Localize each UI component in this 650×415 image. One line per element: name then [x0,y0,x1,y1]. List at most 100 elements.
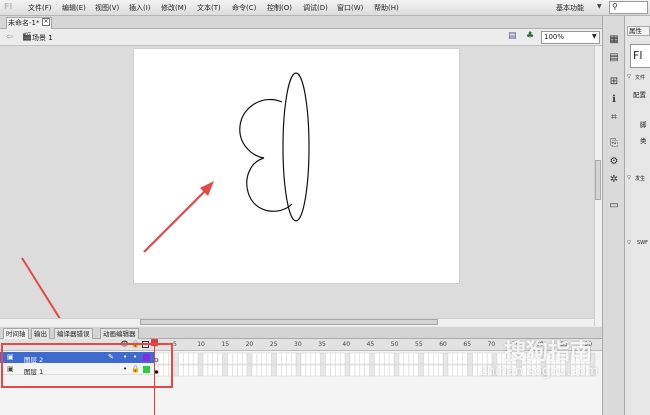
frame-number: 40 [342,341,351,348]
close-icon[interactable]: × [42,18,50,26]
edit-symbol-icon[interactable]: ♣ [526,31,534,41]
frame-cell [364,364,370,377]
frame-cell [354,364,361,377]
frame-cell [398,352,405,365]
edit-scene-icon[interactable]: ▤ [508,31,517,41]
document-tab-bar [0,16,602,29]
menu-insert[interactable]: 插入(I) [129,3,151,13]
frame-number: 30 [294,341,302,348]
frame-cell [413,352,419,365]
color-icon[interactable]: ▦ [608,34,620,45]
frame-cell [251,364,258,377]
frame-cell [467,352,473,365]
frame-cell [271,352,277,365]
frame-cell [266,352,272,365]
workspace-switcher[interactable]: 基本功能 [556,3,584,13]
tab-properties[interactable]: 属性 [627,26,650,36]
frame-number: 45 [366,341,375,348]
annotation-arrow-line [143,185,211,253]
collapse-icon[interactable]: ▽ [627,175,631,181]
watermark-url: zhinan.sogou.com [480,364,599,379]
library-icon[interactable]: ▭ [608,200,620,211]
scene-label[interactable]: 场景 1 [32,33,53,43]
frame-cell [349,352,356,365]
frame-cell [256,352,263,365]
frame-cell [207,352,214,365]
menu-command[interactable]: 命令(C) [232,3,256,13]
menu-window[interactable]: 窗口(W) [337,3,363,13]
props-label-profile: 配置 [633,91,646,99]
frame-cell [437,364,444,377]
horizontal-scrollbar-thumb[interactable] [140,319,438,325]
frame-cell [188,352,194,365]
menu-file[interactable]: 文件(F) [28,3,52,13]
search-icon[interactable]: ⚲ [612,2,618,11]
frame-cell [447,364,454,377]
chevron-down-icon[interactable]: ▼ [592,33,597,40]
frame-cell [433,364,439,377]
menu-control[interactable]: 控制(O) [267,3,292,13]
frame-cell [276,364,282,377]
frame-cell [447,352,454,365]
frame-cell [197,364,204,377]
frame-cell [359,352,365,365]
chevron-down-icon[interactable]: ▼ [597,3,602,10]
frame-cell [281,352,287,365]
vertical-scrollbar-thumb[interactable] [595,160,601,200]
frame-cell [276,352,282,365]
frame-cell [310,364,316,377]
menu-help[interactable]: 帮助(H) [374,3,399,13]
frame-cell [384,352,390,365]
frame-cell [393,364,400,377]
align-icon[interactable]: ⊞ [608,76,620,87]
frame-cell [227,364,233,377]
frame-cell [271,364,277,377]
frame-cell [217,364,223,377]
info-icon[interactable]: ℹ [608,94,620,105]
collapse-icon[interactable]: ▽ [627,74,631,80]
props-label-swf: SWF [637,240,648,246]
frame-cell [315,364,321,377]
motion-presets-icon[interactable]: ✲ [608,174,620,185]
frame-cell [442,364,449,377]
swatches-icon[interactable]: ▤ [608,52,620,63]
menu-debug[interactable]: 调试(D) [303,3,328,13]
collapse-icon[interactable]: ▽ [627,240,631,246]
frame-cell [457,364,463,377]
frame-cell [339,352,346,365]
transform-icon[interactable]: ⌗ [608,112,620,123]
frame-cell [428,364,434,377]
frame-cell [192,352,199,365]
components-icon[interactable]: ⚙ [608,156,620,167]
frame-cell [320,352,326,365]
code-snippets-icon[interactable]: ⎘ [608,138,620,149]
frame-cell [232,352,238,365]
frame-cell [330,364,336,377]
tab-timeline[interactable]: 时间轴 [3,328,29,339]
frame-cell [173,364,179,377]
back-arrow-icon[interactable]: ⇦ [6,32,13,41]
frame-cell [222,364,228,377]
frame-cell [335,364,341,377]
tab-motion-editor[interactable]: 动画编辑器 [100,328,139,339]
menu-modify[interactable]: 修改(M) [161,3,187,13]
menu-view[interactable]: 视图(V) [95,3,119,13]
frame-number: 10 [197,341,205,348]
tab-output[interactable]: 输出 [31,328,50,339]
frame-cell [467,364,473,377]
frame-number: 20 [245,341,254,348]
menu-text[interactable]: 文本(T) [197,3,221,13]
frame-cell [300,352,307,365]
watermark-text: 搜狗指南 [504,340,593,365]
tab-compiler-errors[interactable]: 编译器错误 [54,328,93,339]
frame-cell [237,364,243,377]
stage-drawing [21,72,310,318]
frame-number: 60 [439,341,447,348]
props-label-publish: 文件 [635,75,646,81]
menu-edit[interactable]: 编辑(E) [62,3,86,13]
frame-cell [330,352,336,365]
frame-number: 55 [415,341,423,348]
zoom-value: 100% [544,33,565,41]
frame-cell [251,352,258,365]
frame-cell [339,364,346,377]
